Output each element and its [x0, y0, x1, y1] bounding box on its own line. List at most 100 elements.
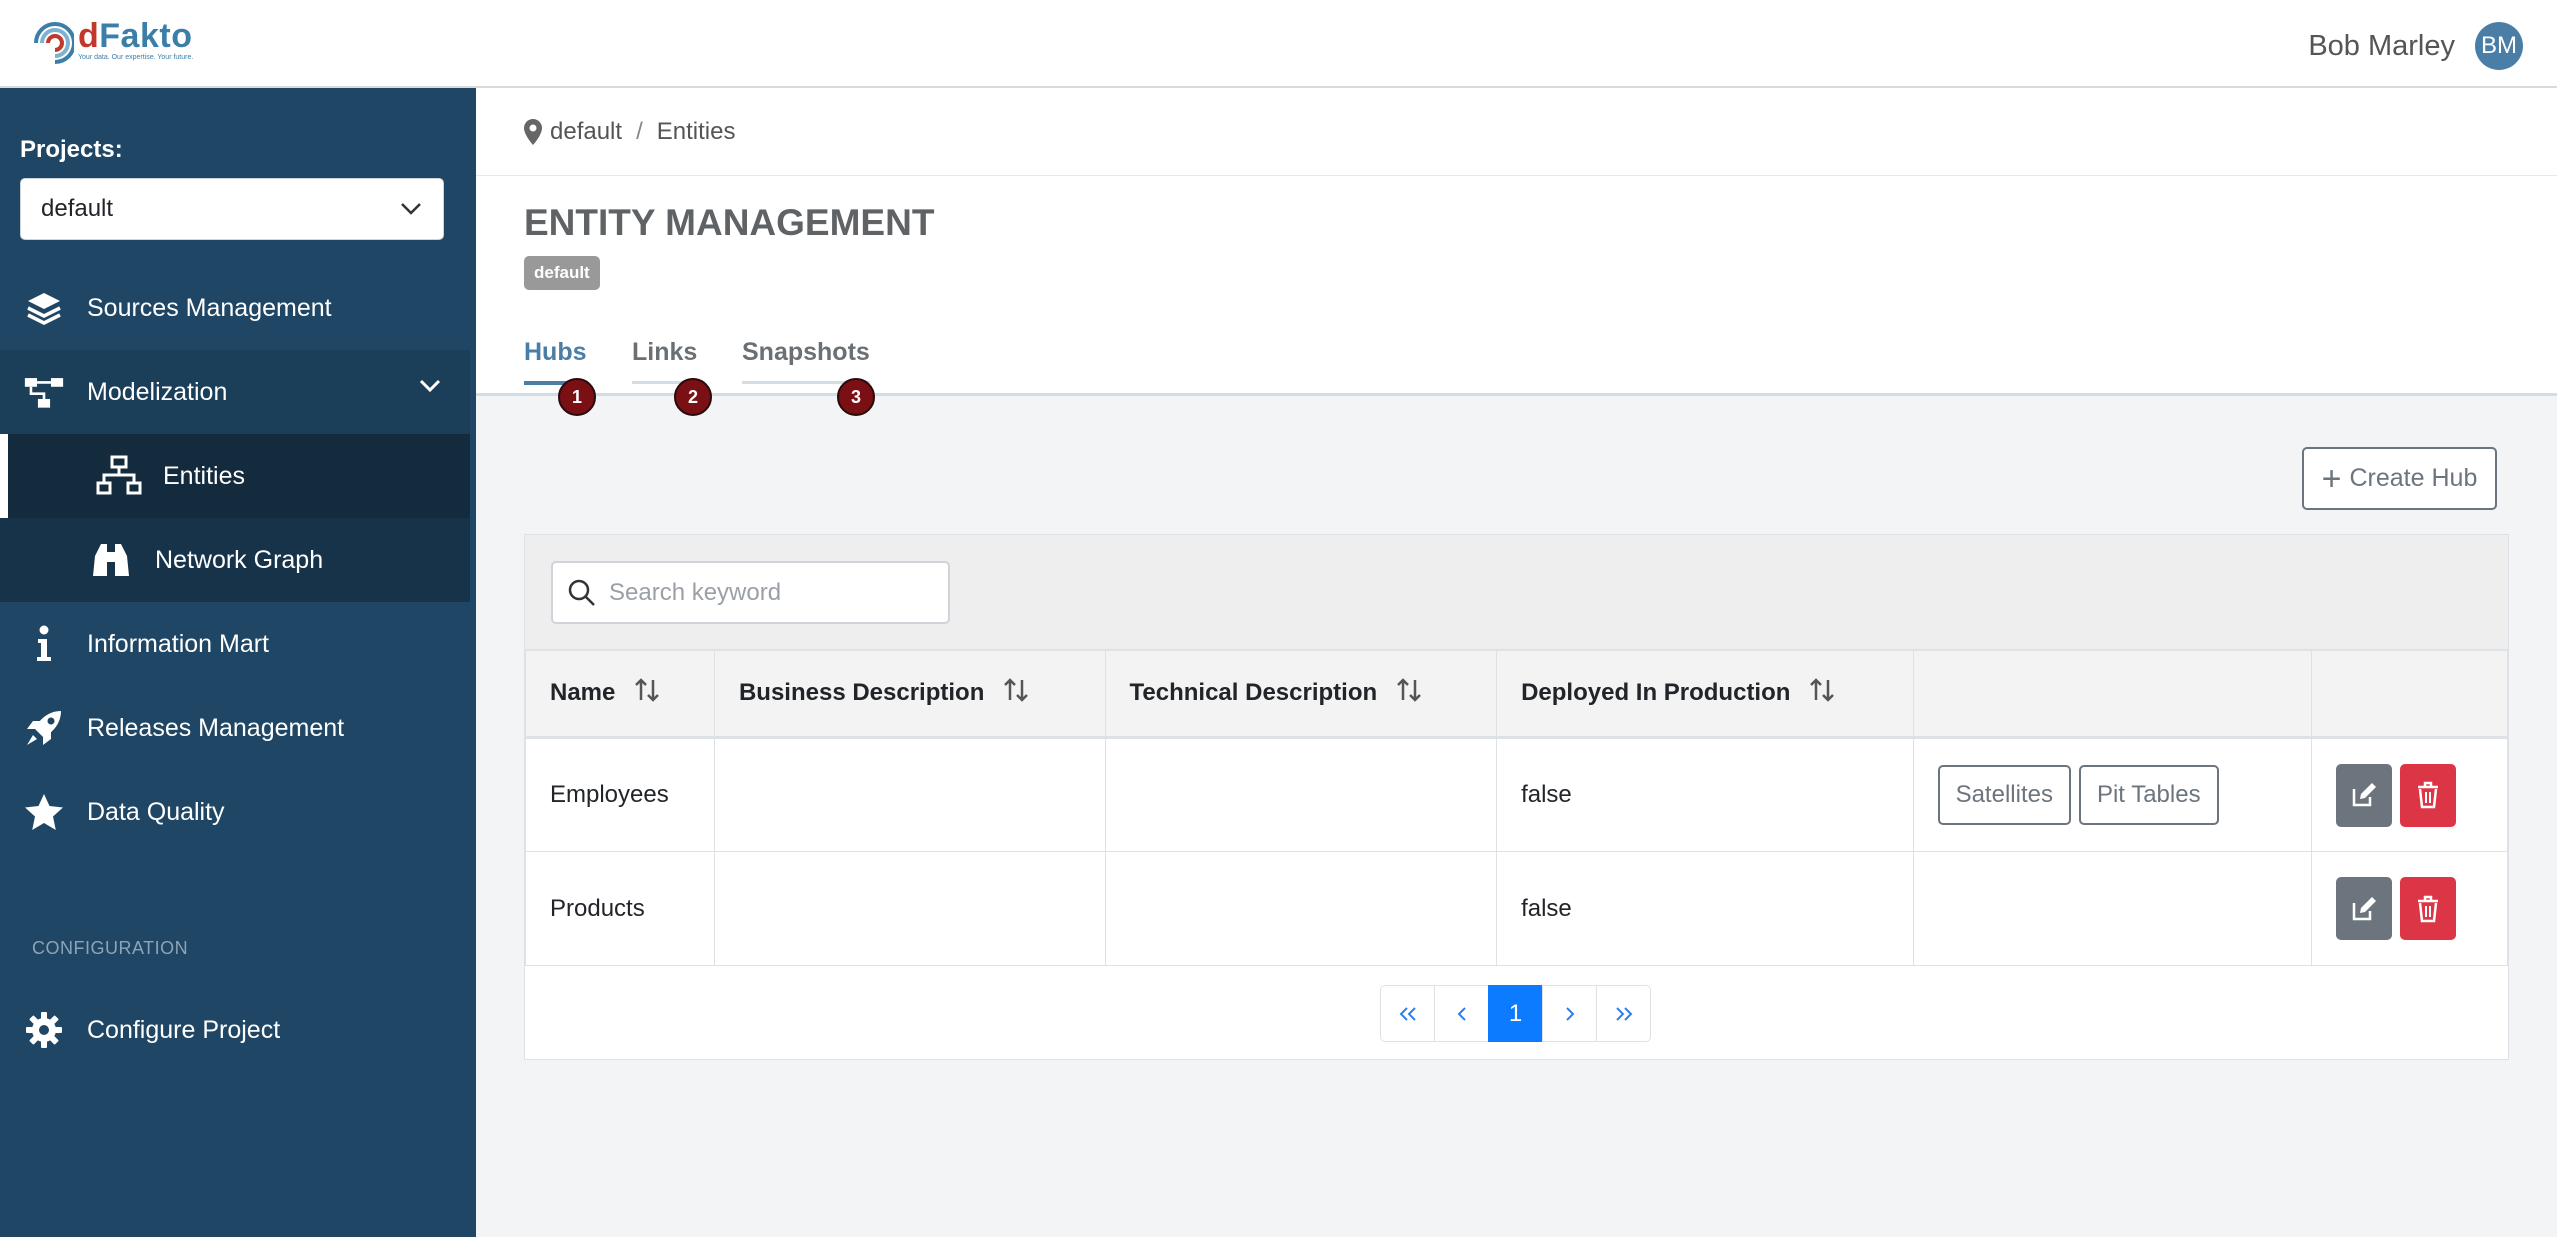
- tab-badge: 3: [837, 378, 875, 416]
- create-hub-label: Create Hub: [2349, 464, 2478, 492]
- sort-icon[interactable]: [1395, 676, 1423, 711]
- cell-name: Employees: [525, 737, 715, 852]
- sidebar-item-releases-management[interactable]: Releases Management: [0, 686, 470, 770]
- avatar[interactable]: BM: [2475, 22, 2523, 70]
- column-header-links: [1912, 650, 2313, 739]
- sort-icon[interactable]: [633, 676, 661, 711]
- app-logo[interactable]: dFakto Your data. Our expertise. Your fu…: [28, 16, 193, 70]
- cell-actions: [2311, 737, 2508, 852]
- satellites-button[interactable]: Satellites: [1937, 765, 2071, 825]
- cell-business-description: [713, 851, 1106, 966]
- sidebar-item-information-mart[interactable]: Information Mart: [0, 602, 470, 686]
- search-box[interactable]: [551, 561, 950, 624]
- column-header-business-description[interactable]: Business Description: [713, 650, 1106, 739]
- sort-icon[interactable]: [1808, 676, 1836, 711]
- trash-icon: [2418, 895, 2439, 922]
- edit-button[interactable]: [2336, 877, 2393, 940]
- delete-button[interactable]: [2400, 763, 2457, 827]
- sidebar-item-sources-management[interactable]: Sources Management: [0, 266, 470, 350]
- tab-badge: 2: [674, 378, 712, 416]
- logo-mark-icon: [34, 22, 74, 64]
- double-chevron-right-icon: [1615, 1006, 1632, 1021]
- pit-tables-button[interactable]: Pit Tables: [2078, 765, 2219, 825]
- user-menu[interactable]: Bob Marley BM: [2308, 22, 2523, 70]
- cell-deployed: false: [1496, 851, 1914, 966]
- cell-technical-description: [1104, 737, 1498, 852]
- flow-icon: [24, 372, 64, 412]
- sidebar-item-configure-project[interactable]: Configure Project: [0, 988, 470, 1072]
- prev-page-button[interactable]: [1434, 985, 1489, 1042]
- page-header: ENTITY MANAGEMENT default Hubs Links Sna…: [476, 176, 2557, 396]
- breadcrumb: default / Entities: [476, 88, 2557, 176]
- sidebar-item-label: Network Graph: [155, 545, 324, 574]
- brand-tagline: Your data. Our expertise. Your future.: [78, 54, 194, 61]
- sidebar-item-label: Configure Project: [87, 1015, 281, 1044]
- next-page-button[interactable]: [1542, 985, 1597, 1042]
- cell-actions: [2311, 851, 2508, 966]
- table-row: Products false: [525, 851, 2508, 966]
- delete-button[interactable]: [2400, 877, 2457, 940]
- chevron-down-icon: [419, 379, 441, 393]
- brand-name: dFakto: [78, 17, 193, 55]
- column-header-deployed-in-production[interactable]: Deployed In Production: [1496, 650, 1914, 739]
- edit-button[interactable]: [2336, 763, 2393, 827]
- user-name: Bob Marley: [2308, 29, 2455, 62]
- cell-links: [1912, 851, 2313, 966]
- sidebar-item-data-quality[interactable]: Data Quality: [0, 770, 470, 854]
- edit-icon: [2352, 896, 2377, 920]
- hubs-table-panel: Name Business Description Technical Desc…: [524, 534, 2509, 1060]
- edit-icon: [2352, 783, 2377, 807]
- sitemap-icon: [96, 453, 142, 499]
- sidebar-item-network-graph[interactable]: Network Graph: [0, 518, 470, 602]
- tab-badge: 1: [558, 378, 596, 416]
- page-button-current[interactable]: 1: [1488, 985, 1543, 1042]
- search-input[interactable]: [609, 578, 929, 607]
- sidebar-item-label: Entities: [163, 461, 245, 490]
- breadcrumb-current: Entities: [656, 117, 736, 145]
- layers-icon: [24, 288, 64, 328]
- table-row: Employees false Satellites Pit Tables: [525, 737, 2508, 852]
- project-select-value: default: [41, 195, 114, 222]
- gear-icon: [24, 1010, 64, 1050]
- table-header-row: Name Business Description Technical Desc…: [525, 650, 2508, 739]
- cell-name: Products: [525, 851, 715, 966]
- trash-icon: [2418, 781, 2439, 809]
- sidebar: Projects: default Sources Management Mod…: [0, 88, 476, 1237]
- page-title: ENTITY MANAGEMENT: [524, 202, 935, 243]
- first-page-button[interactable]: [1380, 985, 1435, 1042]
- info-icon: [24, 624, 64, 664]
- cell-deployed: false: [1496, 737, 1914, 852]
- chevron-left-icon: [1457, 1006, 1466, 1021]
- search-icon: [568, 579, 595, 606]
- pagination: 1: [1380, 985, 1651, 1042]
- last-page-button[interactable]: [1596, 985, 1651, 1042]
- rocket-icon: [24, 708, 64, 748]
- sidebar-item-modelization[interactable]: Modelization: [0, 350, 470, 434]
- sidebar-item-label: Information Mart: [87, 629, 270, 658]
- create-hub-button[interactable]: + Create Hub: [2302, 447, 2497, 510]
- plus-icon: +: [2321, 459, 2342, 498]
- sidebar-item-label: Modelization: [87, 377, 228, 406]
- hubs-table: Name Business Description Technical Desc…: [525, 650, 2508, 966]
- project-select[interactable]: default: [20, 178, 444, 240]
- table-toolbar: [525, 535, 2508, 650]
- sidebar-item-label: Releases Management: [87, 713, 345, 742]
- breadcrumb-separator: /: [636, 117, 643, 145]
- project-badge: default: [524, 256, 600, 290]
- sort-icon[interactable]: [1002, 676, 1030, 711]
- binoculars-icon: [88, 537, 134, 583]
- column-header-actions: [2311, 650, 2508, 739]
- cell-technical-description: [1104, 851, 1498, 966]
- tab-snapshots[interactable]: Snapshots: [742, 338, 870, 384]
- tab-links[interactable]: Links: [632, 338, 698, 384]
- projects-label: Projects:: [20, 136, 123, 163]
- sidebar-item-label: Sources Management: [87, 293, 332, 322]
- column-header-name[interactable]: Name: [525, 650, 715, 739]
- sidebar-item-entities[interactable]: Entities: [0, 434, 470, 518]
- chevron-right-icon: [1565, 1006, 1574, 1021]
- column-header-technical-description[interactable]: Technical Description: [1104, 650, 1498, 739]
- map-pin-icon: [524, 118, 542, 145]
- breadcrumb-project[interactable]: default: [550, 118, 622, 146]
- top-bar: dFakto Your data. Our expertise. Your fu…: [0, 0, 2557, 88]
- sidebar-item-label: Data Quality: [87, 797, 225, 826]
